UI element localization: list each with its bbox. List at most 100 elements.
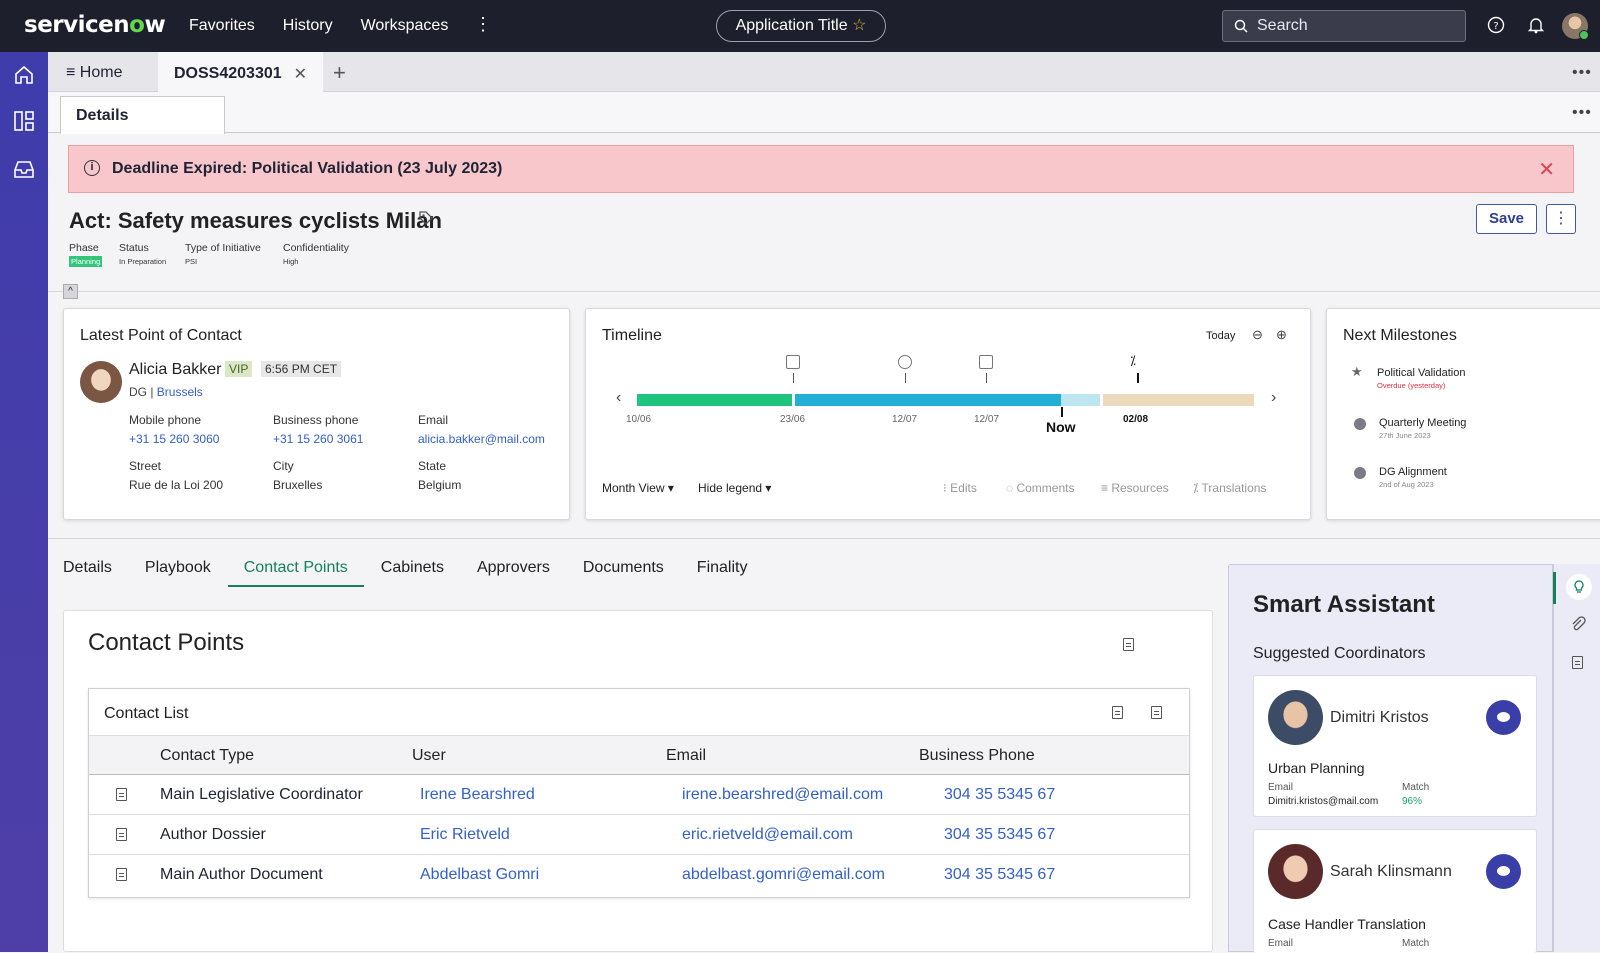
tab-approvers[interactable]: Approvers <box>477 559 550 587</box>
coordinator-card[interactable]: Sarah Klinsmann Case Handler Translation… <box>1253 829 1537 953</box>
export-icon[interactable] <box>1112 706 1123 719</box>
email-link[interactable]: alicia.bakker@mail.com <box>418 432 545 446</box>
resource-event-icon[interactable] <box>979 355 993 369</box>
attachment-icon[interactable] <box>1570 616 1586 632</box>
star-icon: ★ <box>1351 364 1363 379</box>
translation-event-icon[interactable]: ⁒ <box>1130 353 1136 369</box>
deadline-alert-banner: i Deadline Expired: Political Validation… <box>68 145 1574 193</box>
email-link[interactable]: eric.rietveld@email.com <box>682 826 853 844</box>
tab-doss4203301[interactable]: DOSS4203301 ✕ <box>158 52 323 92</box>
meta-phase: Phase Planning <box>69 242 103 267</box>
timeline-prev-icon[interactable]: ‹ <box>616 389 621 407</box>
timeline-segment-green <box>637 394 792 406</box>
tab-details[interactable]: Details <box>60 96 225 134</box>
tab-home[interactable]: ≡ Home <box>66 64 122 82</box>
document-icon[interactable] <box>1151 706 1162 719</box>
tab-details-section[interactable]: Details <box>63 559 112 587</box>
active-indicator <box>1553 572 1556 604</box>
city-link[interactable]: Brussels <box>157 385 203 399</box>
coordinator-role: Case Handler Translation <box>1268 916 1426 932</box>
chat-icon[interactable] <box>1486 854 1521 889</box>
legend-edits[interactable]: ⁝ Edits <box>943 481 977 495</box>
coordinator-match: Match <box>1402 938 1430 949</box>
email-link[interactable]: irene.bearshred@email.com <box>682 786 883 804</box>
comment-event-icon[interactable] <box>898 355 912 369</box>
lightbulb-icon[interactable] <box>1566 574 1592 600</box>
inbox-icon[interactable] <box>13 158 35 180</box>
chat-icon[interactable] <box>1486 700 1521 735</box>
tag-icon[interactable] <box>418 210 434 226</box>
nav-history[interactable]: History <box>283 17 333 35</box>
table-title: Contact List <box>104 705 189 722</box>
more-menu-icon[interactable]: ⋮ <box>474 14 492 35</box>
nav-workspaces[interactable]: Workspaces <box>361 17 449 35</box>
legend-resources[interactable]: ≡ Resources <box>1101 481 1169 495</box>
today-button[interactable]: Today <box>1206 330 1235 342</box>
phone-link[interactable]: 304 35 5345 67 <box>944 866 1055 884</box>
tab-cabinets[interactable]: Cabinets <box>381 559 444 587</box>
milestone-item[interactable]: Quarterly Meeting 27th June 2023 <box>1379 417 1466 440</box>
dashboard-icon[interactable] <box>13 110 35 132</box>
favorite-star-icon[interactable]: ☆ <box>852 17 866 34</box>
milestone-item[interactable]: DG Alignment 2nd of Aug 2023 <box>1379 466 1447 489</box>
user-link[interactable]: Irene Bearshred <box>420 786 535 804</box>
coordinator-card[interactable]: Dimitri Kristos Urban Planning Email Dimi… <box>1253 675 1537 817</box>
zoom-in-icon[interactable]: ⊕ <box>1276 327 1287 343</box>
document-icon[interactable] <box>1572 656 1583 669</box>
user-link[interactable]: Eric Rietveld <box>420 826 510 844</box>
month-view-dropdown[interactable]: Month View ▾ <box>602 481 674 495</box>
tab-finality[interactable]: Finality <box>697 559 748 587</box>
hide-legend-dropdown[interactable]: Hide legend ▾ <box>698 481 771 495</box>
zoom-out-icon[interactable]: ⊖ <box>1252 327 1263 343</box>
document-icon[interactable] <box>116 868 127 881</box>
close-alert-icon[interactable]: ✕ <box>1538 157 1555 182</box>
timeline-segment-light <box>1061 394 1100 406</box>
user-link[interactable]: Abdelbast Gomri <box>420 866 539 884</box>
document-icon[interactable] <box>1123 638 1134 651</box>
search-input[interactable]: Search <box>1222 10 1466 42</box>
collapse-header-button[interactable]: ^ <box>63 284 78 299</box>
column-header[interactable]: User <box>412 747 446 765</box>
meta-type: Type of Initiative PSI <box>185 242 261 266</box>
document-icon[interactable] <box>116 828 127 841</box>
application-title-pill[interactable]: Application Title ☆ <box>716 10 886 42</box>
save-button[interactable]: Save <box>1476 204 1537 234</box>
mobile-phone-link[interactable]: +31 15 260 3060 <box>129 432 219 446</box>
tabs-overflow-icon[interactable]: ••• <box>1572 64 1592 82</box>
table-row[interactable]: Main Author Document Abdelbast Gomri abd… <box>89 855 1189 895</box>
workspace-tab-strip: ≡ Home DOSS4203301 ✕ + ••• <box>48 52 1600 92</box>
home-icon[interactable] <box>13 64 35 86</box>
email-link[interactable]: abdelbast.gomri@email.com <box>682 866 885 884</box>
subtab-overflow-icon[interactable]: ••• <box>1572 104 1592 122</box>
tab-playbook[interactable]: Playbook <box>145 559 211 587</box>
more-actions-button[interactable]: ⋮ <box>1546 204 1576 234</box>
timeline-next-icon[interactable]: › <box>1271 389 1276 407</box>
column-header[interactable]: Contact Type <box>160 747 254 765</box>
avatar <box>1268 690 1323 745</box>
tab-contact-points[interactable]: Contact Points <box>227 559 364 587</box>
nav-favorites[interactable]: Favorites <box>189 17 255 35</box>
document-icon[interactable] <box>116 788 127 801</box>
servicenow-logo[interactable]: servicenow <box>24 12 166 38</box>
notification-bell-icon[interactable] <box>1528 16 1544 34</box>
tab-documents[interactable]: Documents <box>583 559 664 587</box>
user-avatar[interactable] <box>1562 13 1589 40</box>
phone-link[interactable]: 304 35 5345 67 <box>944 786 1055 804</box>
card-title: Timeline <box>602 327 662 344</box>
business-phone-link[interactable]: +31 15 260 3061 <box>273 432 363 446</box>
phone-link[interactable]: 304 35 5345 67 <box>944 826 1055 844</box>
add-tab-icon[interactable]: + <box>333 60 346 86</box>
column-header[interactable]: Email <box>666 747 706 765</box>
edit-event-icon[interactable] <box>786 355 800 369</box>
contact-name: Alicia Bakker <box>129 361 222 378</box>
state-field: State Belgium <box>418 459 462 492</box>
milestone-item[interactable]: Political Validation Overdue (yesterday) <box>1377 367 1465 390</box>
table-row[interactable]: Author Dossier Eric Rietveld eric.rietve… <box>89 815 1189 855</box>
close-tab-icon[interactable]: ✕ <box>294 64 307 84</box>
column-header[interactable]: Business Phone <box>919 747 1035 765</box>
legend-translations[interactable]: ⁒ Translations <box>1193 481 1266 495</box>
now-marker <box>1061 407 1063 417</box>
table-row[interactable]: Main Legislative Coordinator Irene Bears… <box>89 775 1189 815</box>
help-icon[interactable]: ? <box>1487 16 1505 34</box>
legend-comments[interactable]: ◌ Comments <box>1006 481 1074 495</box>
